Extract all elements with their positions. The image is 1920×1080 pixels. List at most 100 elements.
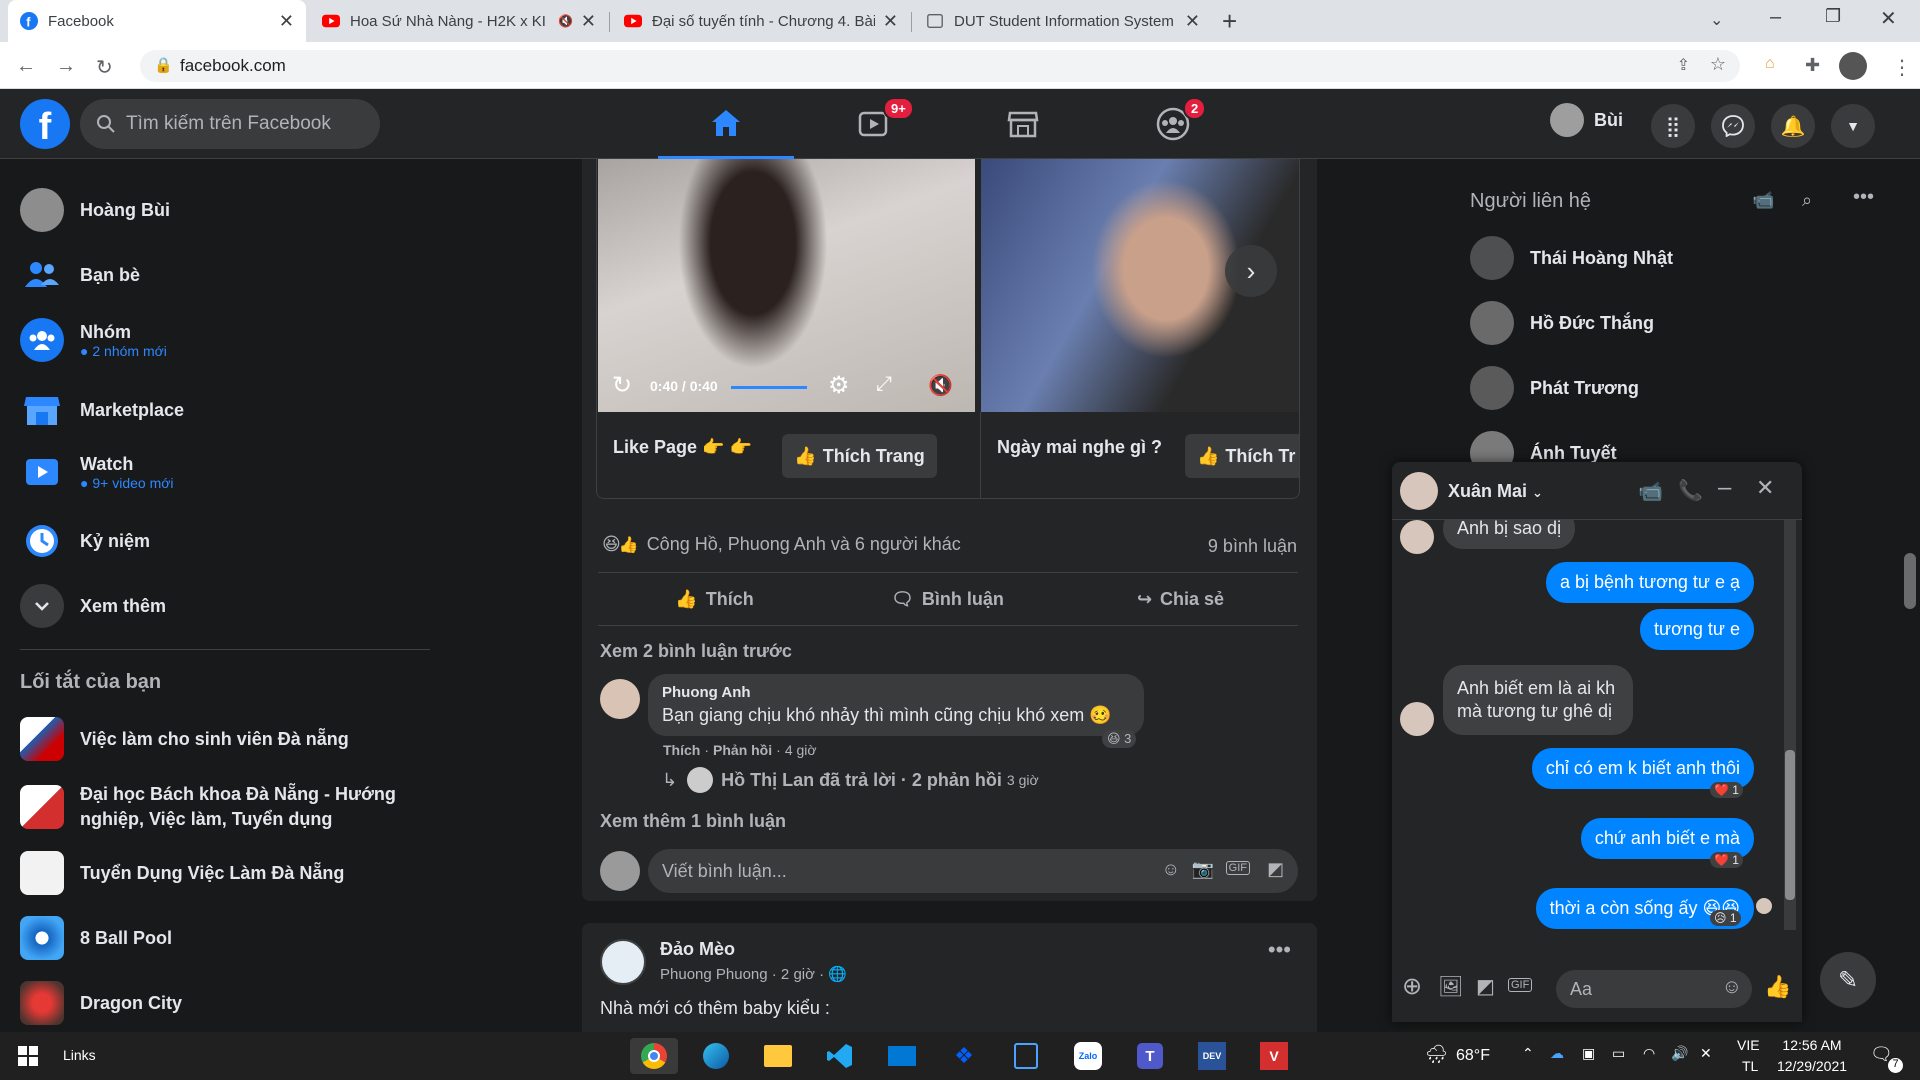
dropbox-taskbar-icon[interactable]: ❖ <box>940 1038 988 1074</box>
profile-avatar[interactable] <box>1839 52 1867 80</box>
message-reaction[interactable]: 😥 1 <box>1710 910 1741 926</box>
nav-home[interactable] <box>658 89 794 159</box>
new-tab-button[interactable]: + <box>1222 6 1237 37</box>
tab-youtube-2[interactable]: Đại số tuyến tính - Chương 4. Bài ✕ <box>612 0 910 42</box>
puzzle-extensions-icon[interactable]: ✚ <box>1805 55 1820 76</box>
chat-scrollbar-thumb[interactable] <box>1785 750 1795 900</box>
emoji-icon[interactable]: ☺ <box>1722 976 1742 999</box>
phone-call-icon[interactable]: 📞 <box>1678 478 1703 503</box>
language-icon[interactable]: ✕ <box>1700 1045 1712 1062</box>
contact-item[interactable]: Thái Hoàng Nhật <box>1470 236 1673 280</box>
muted-speaker-icon[interactable]: 🔇 <box>928 373 953 398</box>
close-tab-icon[interactable]: ✕ <box>279 11 294 32</box>
contact-item[interactable]: Hồ Đức Thắng <box>1470 301 1654 345</box>
menu-button[interactable]: ⣿ <box>1651 104 1695 148</box>
vscode-taskbar-icon[interactable] <box>816 1038 864 1074</box>
video-room-icon[interactable]: 📹 <box>1752 190 1774 211</box>
wifi-icon[interactable]: ◠ <box>1643 1045 1655 1062</box>
profile-link[interactable]: Bùi <box>1550 103 1623 137</box>
maximize-window-button[interactable]: ❐ <box>1825 6 1841 27</box>
avatar[interactable] <box>600 679 640 719</box>
battery-icon[interactable]: ▭ <box>1612 1045 1625 1062</box>
app-taskbar-icon[interactable]: V <box>1250 1038 1298 1074</box>
extension-icon[interactable]: ⌂ <box>1765 55 1775 73</box>
gif-icon[interactable]: GIF <box>1508 978 1533 992</box>
facebook-logo[interactable]: f <box>20 99 70 149</box>
search-input[interactable]: Tìm kiếm trên Facebook <box>80 99 380 149</box>
more-options-icon[interactable]: ••• <box>1268 937 1291 963</box>
chevron-up-icon[interactable]: ⌃ <box>1522 1045 1534 1062</box>
file-explorer-taskbar-icon[interactable] <box>754 1038 802 1074</box>
back-arrow-icon[interactable]: ← <box>16 55 36 78</box>
contact-item[interactable]: Phát Trương <box>1470 366 1639 410</box>
reload-icon[interactable]: ↻ <box>96 55 113 80</box>
reactions-summary[interactable]: 😆 👍 Công Hồ, Phuong Anh và 6 người khác <box>602 534 961 555</box>
video-progress-bar[interactable] <box>731 386 807 389</box>
avatar[interactable] <box>1400 472 1438 510</box>
replay-icon[interactable]: ↻ <box>612 371 632 400</box>
like-page-button[interactable]: 👍 Thích Tr <box>1185 434 1299 478</box>
mail-taskbar-icon[interactable] <box>878 1038 926 1074</box>
thumbs-up-send-icon[interactable]: 👍 <box>1764 974 1791 1000</box>
close-tab-icon[interactable]: ✕ <box>1185 11 1200 32</box>
tab-youtube-1[interactable]: Hoa Sứ Nhà Nàng - H2K x KI 🔇 ✕ <box>310 0 608 42</box>
bookmark-star-icon[interactable]: ☆ <box>1710 54 1726 75</box>
more-options-icon[interactable]: ••• <box>1853 186 1874 209</box>
sticker-icon[interactable]: ◩ <box>1476 974 1495 999</box>
comment-reply-link[interactable]: Phản hồi <box>713 742 772 758</box>
links-toolbar[interactable]: Links <box>63 1047 96 1063</box>
shortcut-item[interactable]: Dragon City <box>20 981 420 1025</box>
nav-marketplace[interactable] <box>955 89 1091 159</box>
shortcut-item[interactable]: Việc làm cho sinh viên Đà nẵng <box>20 717 420 761</box>
avatar[interactable] <box>600 939 646 985</box>
device-icon[interactable]: ▣ <box>1582 1045 1595 1062</box>
teams-taskbar-icon[interactable]: T <box>1126 1038 1174 1074</box>
messenger-button[interactable] <box>1711 104 1755 148</box>
comment-like-link[interactable]: Thích <box>663 742 700 758</box>
emoji-icon[interactable]: ☺ <box>1162 859 1180 880</box>
edge-taskbar-icon[interactable] <box>692 1038 740 1074</box>
share-icon[interactable]: ⇪ <box>1677 55 1690 75</box>
post-author[interactable]: Đảo Mèo <box>660 939 735 960</box>
search-contacts-icon[interactable]: ⌕ <box>1802 190 1812 211</box>
clock-date[interactable]: 12/29/2021 <box>1774 1058 1850 1074</box>
view-previous-comments[interactable]: Xem 2 bình luận trước <box>600 641 792 662</box>
volume-icon[interactable]: 🔊 <box>1671 1045 1688 1062</box>
add-circle-icon[interactable]: ⊕ <box>1402 972 1422 1001</box>
minimize-window-button[interactable]: – <box>1770 6 1781 29</box>
video-player[interactable]: ↻ 0:40 / 0:40 ⚙ ⤢ 🔇 <box>598 159 975 412</box>
shortcut-item[interactable]: Đại học Bách khoa Đà Nẵng - Hướng nghiệp… <box>20 782 420 832</box>
tab-dut[interactable]: DUT Student Information System ✕ <box>914 0 1212 42</box>
comments-count[interactable]: 9 bình luận <box>1208 536 1297 557</box>
message-reaction[interactable]: ❤️ 1 <box>1710 852 1743 868</box>
chrome-menu-icon[interactable]: ⋮ <box>1892 55 1912 80</box>
close-chat-icon[interactable]: ✕ <box>1756 475 1774 501</box>
page-scrollbar[interactable] <box>1904 553 1916 609</box>
onedrive-icon[interactable]: ☁ <box>1550 1045 1564 1062</box>
chat-contact-name[interactable]: Xuân Mai ⌄ <box>1448 481 1543 502</box>
comment-input[interactable]: Viết bình luận... ☺ 📷 GIF ◩ <box>648 849 1298 893</box>
sidebar-profile[interactable]: Hoàng Bùi <box>20 188 170 232</box>
nav-watch[interactable]: 9+ <box>806 89 942 159</box>
minimize-chat-icon[interactable]: – <box>1718 474 1731 502</box>
sidebar-see-more[interactable]: Xem thêm <box>20 584 166 628</box>
like-page-button[interactable]: 👍 Thích Trang <box>782 434 937 478</box>
carousel-next-button[interactable]: › <box>1225 245 1277 297</box>
sidebar-item-friends[interactable]: Bạn bè <box>20 253 140 297</box>
comment-button[interactable]: 🗨 Bình luận <box>831 577 1064 621</box>
camera-icon[interactable]: 📷 <box>1192 859 1214 880</box>
chat-scrollbar-track[interactable] <box>1784 520 1796 930</box>
shortcut-item[interactable]: 8 Ball Pool <box>20 916 420 960</box>
account-menu-button[interactable]: ▼ <box>1831 104 1875 148</box>
comment-author[interactable]: Phuong Anh <box>662 684 751 701</box>
chrome-taskbar-icon[interactable] <box>630 1038 678 1074</box>
view-more-comments[interactable]: Xem thêm 1 bình luận <box>600 811 786 832</box>
message-input[interactable]: Aa ☺ <box>1556 970 1752 1008</box>
address-bar[interactable]: 🔒 facebook.com ⇪ ☆ <box>140 50 1740 82</box>
new-message-button[interactable]: ✎ <box>1820 952 1876 1008</box>
sidebar-item-watch[interactable]: Watch ● 9+ video mới <box>20 450 174 494</box>
shortcut-item[interactable]: Tuyển Dụng Việc Làm Đà Nẵng <box>20 851 420 895</box>
sidebar-item-groups[interactable]: Nhóm ● 2 nhóm mới <box>20 318 167 362</box>
sidebar-item-marketplace[interactable]: Marketplace <box>20 388 184 432</box>
comment-reaction[interactable]: 😆 3 <box>1102 730 1137 748</box>
